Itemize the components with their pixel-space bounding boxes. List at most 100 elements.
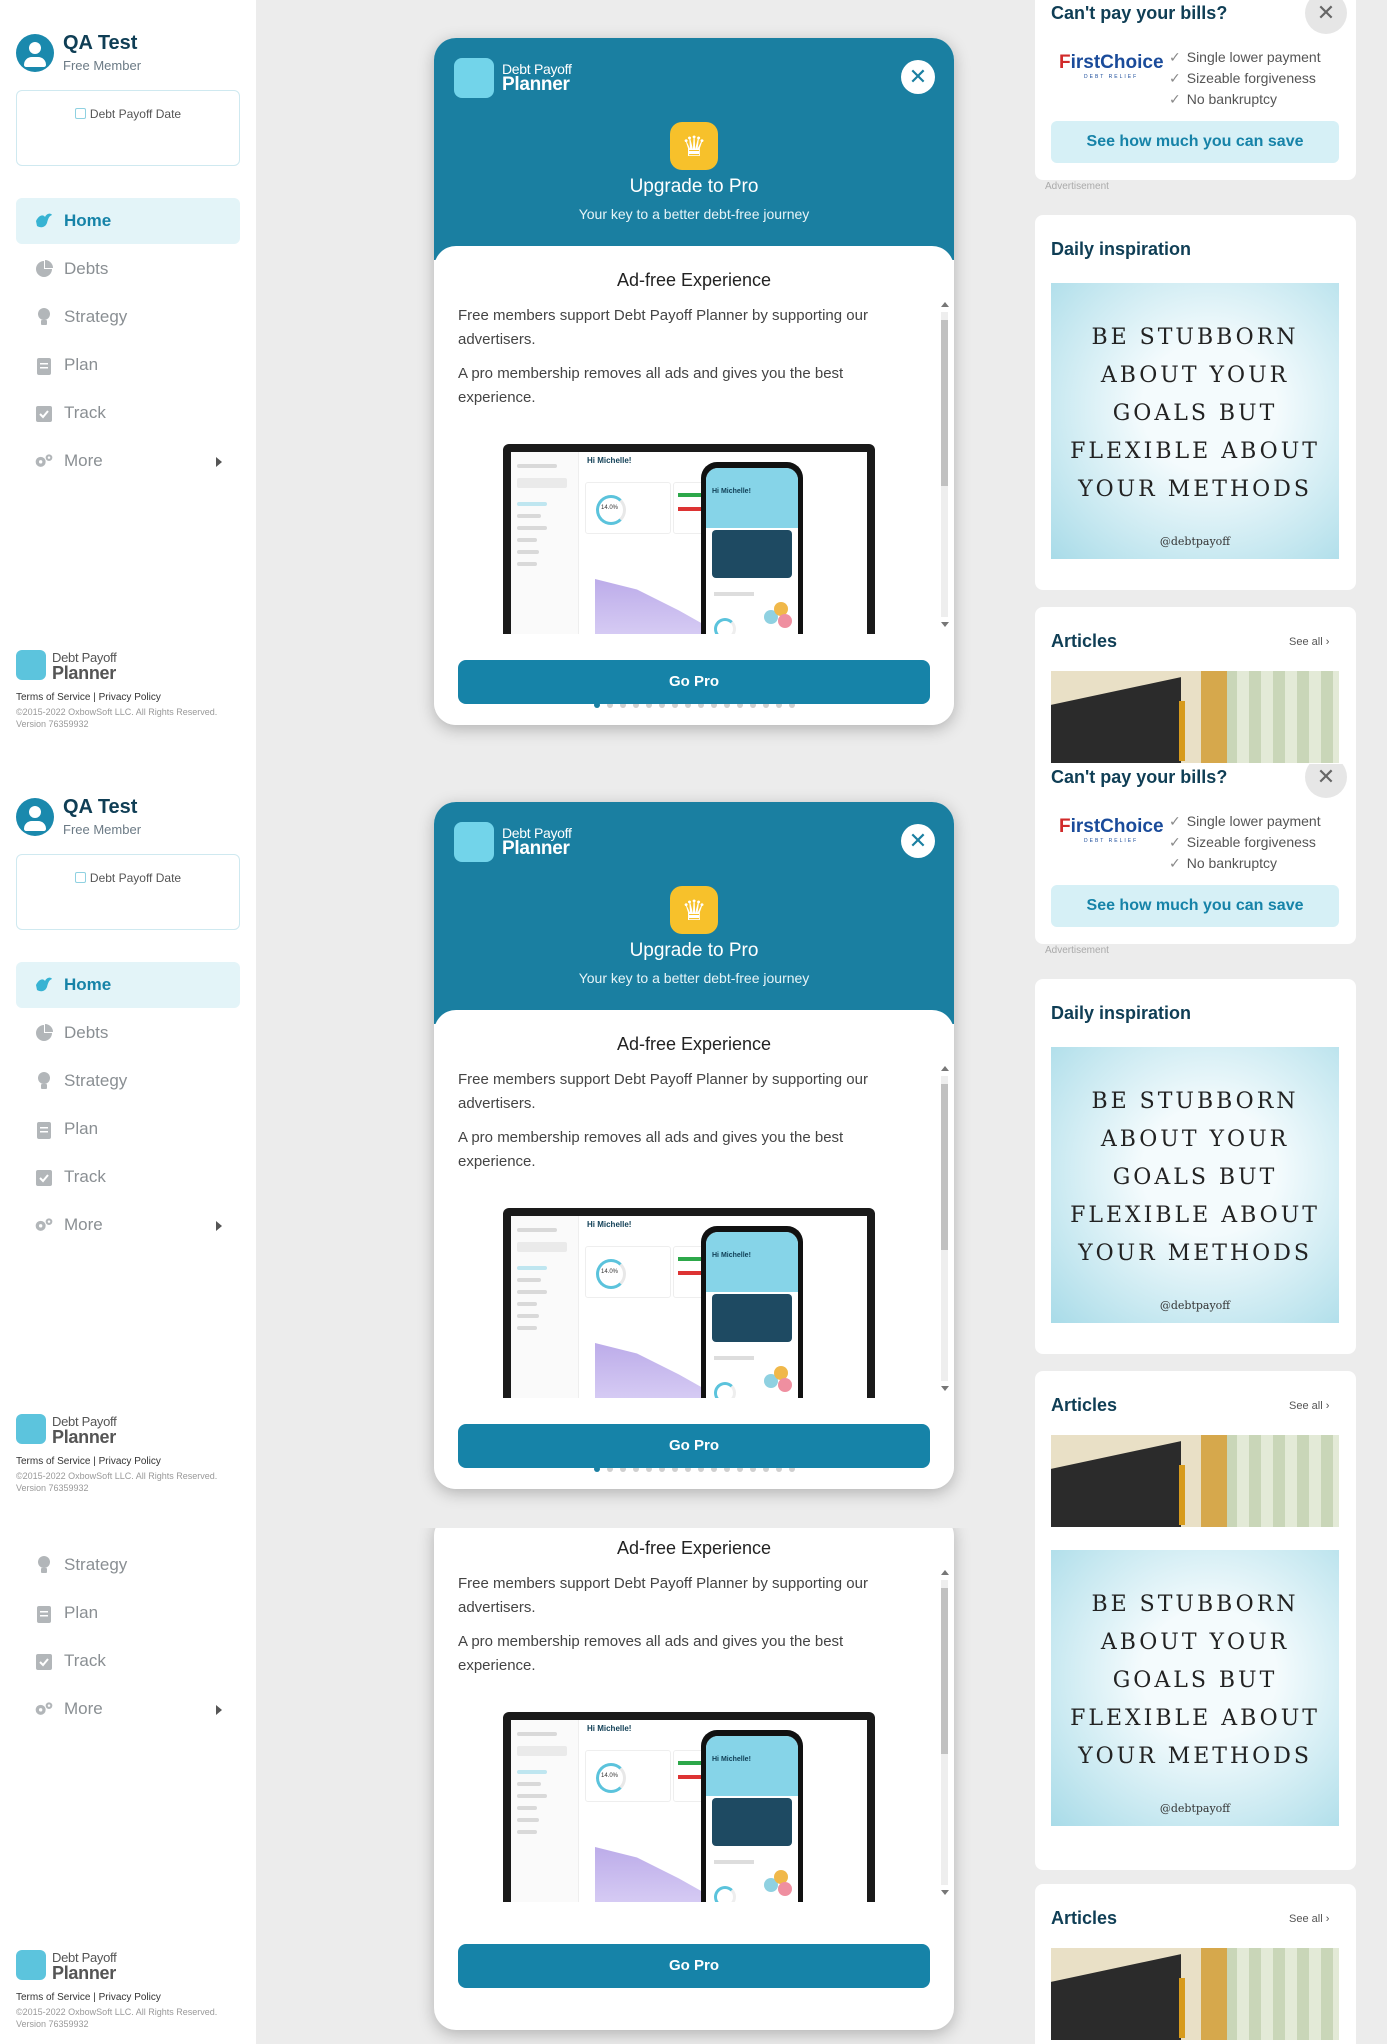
app-frame-2: QA Test Free Member Debt Payoff Date Hom…: [0, 764, 1387, 1528]
article-image[interactable]: [1051, 671, 1339, 763]
user-avatar-icon: [16, 34, 54, 72]
ad-bullet: Sizeable forgiveness: [1169, 834, 1316, 851]
upgrade-modal: Debt Payoff Planner ✕ ♛ Upgrade to Pro Y…: [434, 38, 954, 725]
sidebar-item-label: More: [64, 1699, 103, 1718]
ad-label: Advertisement: [1045, 945, 1109, 956]
sidebar-item-more[interactable]: More: [16, 1202, 240, 1248]
preview-percent: 14.0%: [601, 505, 619, 511]
app-preview-image: Hi Michelle! 14.0% Hi Michelle!: [503, 1208, 893, 1398]
pie-chart-icon: [34, 1023, 54, 1043]
sidebar-nav: Home Debts Strategy Plan Track More: [16, 198, 240, 486]
article-image[interactable]: [1051, 1435, 1339, 1527]
link-separator: |: [93, 1456, 96, 1467]
logo-bird-icon: [16, 650, 46, 680]
card-title: Daily inspiration: [1051, 239, 1192, 259]
sidebar-item-strategy[interactable]: Strategy: [16, 1058, 240, 1104]
modal-body: Ad-free Experience Free members support …: [434, 1010, 954, 1489]
ad-cta-button[interactable]: See how much you can save: [1051, 121, 1339, 163]
sidebar: QA Test Free Member Debt Payoff Date Hom…: [0, 764, 256, 1528]
sidebar-item-label: Track: [64, 1167, 106, 1186]
calendar-check-icon: [34, 1651, 54, 1671]
calendar-icon: [74, 108, 86, 119]
see-all-link[interactable]: See all ›: [1289, 636, 1329, 648]
app-logo[interactable]: Debt Payoff Planner: [16, 650, 226, 683]
ad-close-button[interactable]: ✕: [1305, 0, 1347, 34]
card-title: Articles: [1051, 631, 1118, 651]
ad-bullet: Single lower payment: [1169, 49, 1321, 66]
crown-icon: ♛: [670, 122, 718, 170]
chevron-right-icon: [216, 1705, 222, 1715]
body-paragraph-1: Free members support Debt Payoff Planner…: [458, 1575, 868, 1616]
sidebar-item-strategy[interactable]: Strategy: [16, 294, 240, 340]
go-pro-button[interactable]: Go Pro: [458, 1944, 930, 1988]
sidebar-item-track[interactable]: Track: [16, 1154, 240, 1200]
logo-text-line2: Planner: [52, 663, 116, 683]
ad-card: Can't pay your bills? ✕ FirstChoice DEBT…: [1035, 764, 1356, 944]
app-logo[interactable]: Debt Payoff Planner: [16, 1414, 226, 1447]
clipboard-icon: [34, 1119, 54, 1139]
daily-inspiration-card: Daily inspiration BE STUBBORN ABOUT YOUR…: [1035, 979, 1356, 1354]
ad-bullet: Single lower payment: [1169, 813, 1321, 830]
modal-scrollbar[interactable]: [939, 1066, 949, 1391]
app-frame-1: QA Test Free Member Debt Payoff Date Hom…: [0, 0, 1387, 764]
ad-cta-button[interactable]: See how much you can save: [1051, 885, 1339, 927]
version: Version 76359932: [16, 1483, 89, 1493]
terms-link[interactable]: Terms of Service: [16, 1456, 90, 1467]
ad-label: Advertisement: [1045, 181, 1109, 192]
privacy-link[interactable]: Privacy Policy: [99, 1992, 161, 2003]
app-preview-image: Hi Michelle! 14.0% Hi Michelle!: [503, 444, 893, 634]
modal-close-button[interactable]: ✕: [901, 60, 935, 94]
articles-card: Articles See all ›: [1035, 1884, 1356, 2044]
sidebar: Debts Strategy Plan Track More Debt Payo…: [0, 1528, 256, 2044]
quote-image: BE STUBBORN ABOUT YOUR GOALS BUT FLEXIBL…: [1051, 1550, 1339, 1826]
firstchoice-tagline: DEBT RELIEF: [1084, 74, 1139, 80]
sidebar-item-track[interactable]: Track: [16, 390, 240, 436]
daily-inspiration-card: Daily inspiration BE STUBBORN ABOUT YOUR…: [1035, 215, 1356, 590]
see-all-link[interactable]: See all ›: [1289, 1400, 1329, 1412]
sidebar-footer: Debt Payoff Planner Terms of Service | P…: [16, 1950, 226, 2030]
sidebar-item-debts[interactable]: Debts: [16, 1528, 240, 1540]
modal-scrollbar[interactable]: [939, 1570, 949, 1895]
modal-close-button[interactable]: ✕: [901, 824, 935, 858]
privacy-link[interactable]: Privacy Policy: [99, 692, 161, 703]
sidebar-item-strategy[interactable]: Strategy: [16, 1542, 240, 1588]
quote-image: BE STUBBORN ABOUT YOUR GOALS BUT FLEXIBL…: [1051, 1047, 1339, 1323]
terms-link[interactable]: Terms of Service: [16, 1992, 90, 2003]
sidebar-item-plan[interactable]: Plan: [16, 342, 240, 388]
see-all-link[interactable]: See all ›: [1289, 1913, 1329, 1925]
go-pro-button[interactable]: Go Pro: [458, 1424, 930, 1468]
gears-icon: [34, 451, 54, 471]
modal-scrollbar[interactable]: [939, 302, 949, 627]
sidebar-item-more[interactable]: More: [16, 438, 240, 484]
sidebar-item-track[interactable]: Track: [16, 1638, 240, 1684]
sidebar-footer: Debt Payoff Planner Terms of Service | P…: [16, 650, 226, 730]
sidebar-item-home[interactable]: Home: [16, 198, 240, 244]
calendar-icon: [74, 872, 86, 883]
article-image[interactable]: [1051, 1948, 1339, 2040]
section-title: Ad-free Experience: [616, 1538, 772, 1558]
card-title: Articles: [1051, 1908, 1118, 1928]
privacy-link[interactable]: Privacy Policy: [99, 1456, 161, 1467]
lightbulb-icon: [34, 307, 54, 327]
sidebar-item-debts[interactable]: Debts: [16, 246, 240, 292]
version: Version 76359932: [16, 719, 89, 729]
terms-link[interactable]: Terms of Service: [16, 692, 90, 703]
modal-body: Ad-free Experience Free members support …: [434, 246, 954, 725]
sidebar-item-plan[interactable]: Plan: [16, 1106, 240, 1152]
preview-percent: 14.0%: [601, 1269, 619, 1275]
debt-payoff-date-card[interactable]: Debt Payoff Date: [16, 854, 240, 930]
sidebar-item-plan[interactable]: Plan: [16, 1590, 240, 1636]
preview-phone-greeting: Hi Michelle!: [712, 1252, 751, 1259]
ad-close-button[interactable]: ✕: [1305, 764, 1347, 798]
debt-payoff-date-card[interactable]: Debt Payoff Date: [16, 90, 240, 166]
sidebar-item-debts[interactable]: Debts: [16, 1010, 240, 1056]
sidebar-item-home[interactable]: Home: [16, 962, 240, 1008]
user-role: Free Member: [63, 822, 142, 837]
sidebar-item-label: Strategy: [64, 307, 128, 326]
preview-phone-greeting: Hi Michelle!: [712, 1756, 751, 1763]
go-pro-button[interactable]: Go Pro: [458, 660, 930, 704]
articles-card: Articles See all ›: [1035, 1371, 1356, 1528]
sidebar-item-more[interactable]: More: [16, 1686, 240, 1732]
debt-payoff-date-label: Debt Payoff Date: [89, 871, 182, 885]
app-logo[interactable]: Debt Payoff Planner: [16, 1950, 226, 1983]
